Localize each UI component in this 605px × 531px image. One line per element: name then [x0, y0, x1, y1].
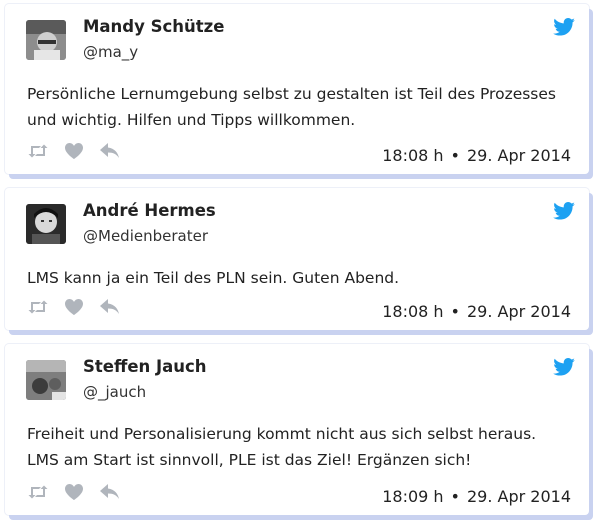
tweet-actions: [27, 142, 121, 160]
user-handle[interactable]: @_jauch: [83, 383, 146, 401]
separator-dot: •: [450, 302, 460, 321]
avatar[interactable]: [26, 204, 66, 244]
user-handle[interactable]: @Medienberater: [83, 227, 208, 245]
tweet-date: 29. Apr 2014: [466, 146, 571, 165]
reply-icon[interactable]: [99, 298, 121, 316]
tweet-time: 18:08 h: [382, 146, 444, 165]
display-name[interactable]: Mandy Schütze: [83, 17, 224, 36]
tweet-time: 18:09 h: [382, 487, 444, 506]
tweet-time: 18:08 h: [382, 302, 444, 321]
retweet-icon[interactable]: [27, 142, 49, 160]
tweet-actions: [27, 483, 121, 501]
tweet-text: LMS kann ja ein Teil des PLN sein. Guten…: [27, 269, 400, 287]
tweet-text: Persönliche Lernumgebung selbst zu gesta…: [27, 85, 556, 129]
heart-icon[interactable]: [63, 483, 85, 501]
reply-icon[interactable]: [99, 142, 121, 160]
tweet-timestamp[interactable]: 18:08 h • 29. Apr 2014: [382, 146, 571, 165]
user-handle[interactable]: @ma_y: [83, 43, 138, 61]
heart-icon[interactable]: [63, 142, 85, 160]
tweet-timestamp[interactable]: 18:08 h • 29. Apr 2014: [382, 302, 571, 321]
tweet-actions: [27, 298, 121, 316]
twitter-bird-icon[interactable]: [553, 18, 575, 36]
reply-icon[interactable]: [99, 483, 121, 501]
avatar[interactable]: [26, 360, 66, 400]
heart-icon[interactable]: [63, 298, 85, 316]
twitter-bird-icon[interactable]: [553, 202, 575, 220]
separator-dot: •: [450, 146, 460, 165]
tweet-card[interactable]: Steffen Jauch @_jauch Freiheit und Perso…: [5, 344, 589, 515]
separator-dot: •: [450, 487, 460, 506]
tweet-timestamp[interactable]: 18:09 h • 29. Apr 2014: [382, 487, 571, 506]
retweet-icon[interactable]: [27, 298, 49, 316]
tweet-text: Freiheit und Personalisierung kommt nich…: [27, 425, 537, 469]
tweet-date: 29. Apr 2014: [466, 487, 571, 506]
tweet-card[interactable]: André Hermes @Medienberater LMS kann ja …: [5, 188, 589, 330]
twitter-bird-icon[interactable]: [553, 358, 575, 376]
retweet-icon[interactable]: [27, 483, 49, 501]
tweet-card[interactable]: Mandy Schütze @ma_y Persönliche Lernumge…: [5, 4, 589, 174]
display-name[interactable]: Steffen Jauch: [83, 357, 207, 376]
display-name[interactable]: André Hermes: [83, 201, 216, 220]
tweet-date: 29. Apr 2014: [466, 302, 571, 321]
avatar[interactable]: [26, 20, 66, 60]
